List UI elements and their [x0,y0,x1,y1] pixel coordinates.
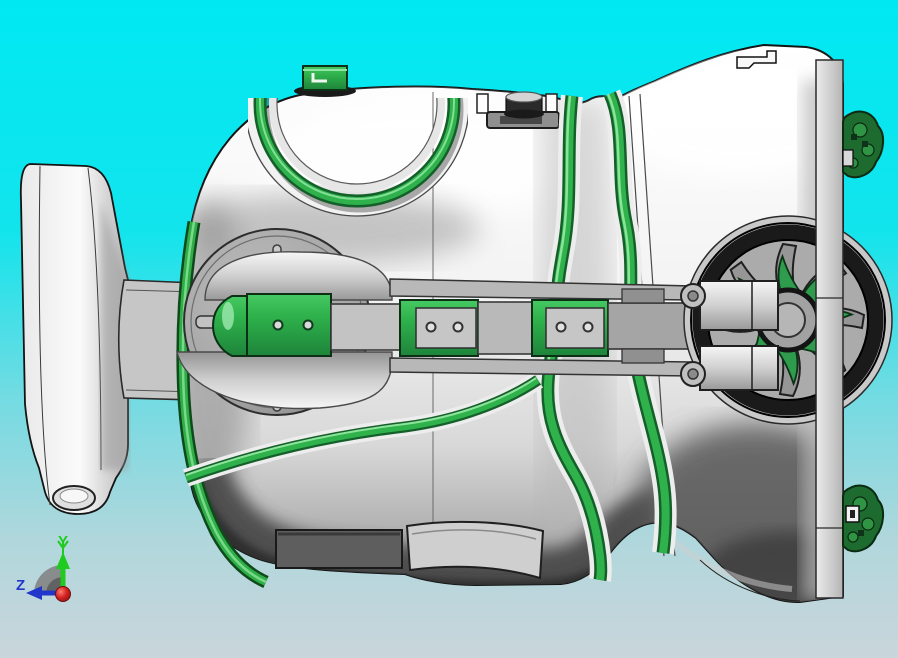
block-hole [425,321,437,333]
right-end-slab [815,59,844,599]
mount-bracket [19,163,129,515]
block-plate [415,307,477,349]
breather-cap-top [505,91,543,103]
clamp-boss-hole [687,368,699,380]
clamp-boss-hole [687,290,699,302]
block-hole [582,321,594,333]
z-axis-label: Z [16,577,25,594]
clamp-block-bottom [699,345,779,391]
clamp-block-top [699,280,779,331]
block-hole [302,319,314,331]
cad-viewport[interactable]: Y Z [0,0,898,658]
connector-tab [621,288,665,304]
shaft-segment [330,303,401,351]
green-filler-cap [294,65,356,97]
cylinder-cap-highlight [222,302,234,330]
breather-cap-base [504,109,544,119]
block-hole [452,321,464,333]
green-block [246,293,332,357]
shaft-segment [477,301,533,355]
actuator-blocks [211,288,705,364]
render-canvas[interactable]: Y Z [0,0,898,658]
connector-tab [621,348,665,364]
y-axis-label: Y [58,533,68,550]
block-hole [272,319,284,331]
slab-face [815,59,844,599]
block-hole [555,321,567,333]
bottom-recess-pocket [275,529,403,569]
bracket-foot-recess-inner [59,488,89,504]
cap-tab [545,93,558,114]
origin-ball [55,586,71,602]
block-plate [545,307,605,349]
cap-tab [476,93,489,114]
